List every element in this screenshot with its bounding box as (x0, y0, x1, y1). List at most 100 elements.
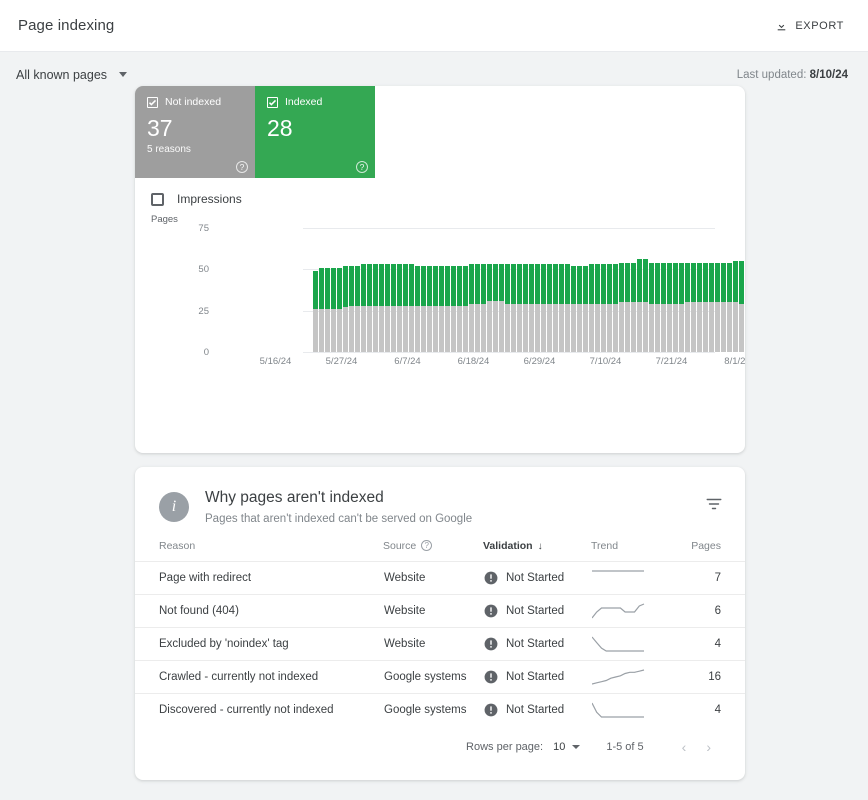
chart-bar[interactable] (457, 266, 462, 352)
chart-bar[interactable] (367, 264, 372, 352)
chart-bar[interactable] (721, 262, 726, 352)
cell-reason[interactable]: Crawled - currently not indexed (135, 660, 383, 694)
chart-bar[interactable] (565, 264, 570, 352)
table-row[interactable]: Discovered - currently not indexed Google… (135, 693, 745, 727)
chart-bar[interactable] (523, 264, 528, 352)
chart-bar[interactable] (679, 262, 684, 352)
table-row[interactable]: Not found (404) Website Not Started 6 (135, 594, 745, 628)
cell-reason[interactable]: Discovered - currently not indexed (135, 693, 383, 727)
chart-bar[interactable] (373, 264, 378, 352)
chart-bar[interactable] (403, 264, 408, 352)
chart-bar[interactable] (313, 271, 318, 352)
page-scope-dropdown[interactable]: All known pages (16, 68, 128, 82)
column-header-validation[interactable]: Validation ↓ (483, 540, 591, 562)
help-icon[interactable]: ? (356, 161, 368, 173)
chart-bar[interactable] (445, 266, 450, 352)
chart-bar[interactable] (619, 262, 624, 352)
pagination-next-button[interactable]: › (696, 739, 721, 755)
chart-bar[interactable] (577, 266, 582, 352)
chart-bar[interactable] (409, 264, 414, 352)
chart-bar[interactable] (691, 262, 696, 352)
chart-bar[interactable] (487, 264, 492, 352)
chart-bar[interactable] (427, 266, 432, 352)
chart-bar[interactable] (355, 266, 360, 352)
chart-bar[interactable] (463, 266, 468, 352)
chart-bar[interactable] (595, 264, 600, 352)
chart-bar[interactable] (625, 262, 630, 352)
chart-bar[interactable] (469, 264, 474, 352)
chart-bar[interactable] (385, 264, 390, 352)
table-row[interactable]: Excluded by 'noindex' tag Website Not Star… (135, 627, 745, 661)
chart-bar[interactable] (601, 264, 606, 352)
chart-bar[interactable] (337, 267, 342, 352)
cell-reason[interactable]: Page with redirect (135, 561, 383, 595)
help-icon[interactable]: ? (421, 540, 433, 551)
chart-bar[interactable] (517, 264, 522, 352)
chart-bar[interactable] (541, 264, 546, 352)
chart-bar[interactable] (451, 266, 456, 352)
chart-bar[interactable] (727, 262, 732, 352)
chart-bar[interactable] (643, 259, 648, 352)
chart-bar[interactable] (475, 264, 480, 352)
chart-bar[interactable] (685, 262, 690, 352)
chart-bar[interactable] (703, 262, 708, 352)
chart-bar[interactable] (649, 262, 654, 352)
chart-bar[interactable] (349, 266, 354, 352)
chart-bar[interactable] (715, 262, 720, 352)
chart-bar[interactable] (325, 267, 330, 352)
chart-bar[interactable] (493, 264, 498, 352)
rows-per-page-value[interactable]: 10 (553, 741, 565, 753)
chart-bar[interactable] (547, 264, 552, 352)
chart-bar[interactable] (343, 266, 348, 352)
chart-bar[interactable] (661, 262, 666, 352)
chart-bar[interactable] (589, 264, 594, 352)
filter-icon[interactable] (705, 495, 723, 513)
chart-bar[interactable] (421, 266, 426, 352)
column-header-reason[interactable]: Reason (135, 540, 383, 562)
chart-bar[interactable] (631, 262, 636, 352)
chart-bar[interactable] (439, 266, 444, 352)
chart-bar[interactable] (529, 264, 534, 352)
summary-tile-not-indexed[interactable]: Not indexed 37 5 reasons ? (135, 86, 255, 178)
cell-reason[interactable]: Excluded by 'noindex' tag (135, 627, 383, 661)
chart-bar[interactable] (511, 264, 516, 352)
impressions-toggle[interactable]: Impressions (135, 178, 745, 206)
chart-bar[interactable] (505, 264, 510, 352)
column-header-trend[interactable]: Trend (591, 540, 679, 562)
checkbox-checked-icon[interactable] (147, 96, 158, 108)
chart-bar[interactable] (673, 262, 678, 352)
table-row[interactable]: Page with redirect Website Not Started 7 (135, 561, 745, 595)
chart-bar[interactable] (433, 266, 438, 352)
chart-bar[interactable] (571, 266, 576, 352)
chart-bar[interactable] (331, 267, 336, 352)
pagination-prev-button[interactable]: ‹ (672, 739, 697, 755)
cell-reason[interactable]: Not found (404) (135, 594, 383, 628)
chart-bar[interactable] (535, 264, 540, 352)
chart-bar[interactable] (499, 264, 504, 352)
checkbox-unchecked-icon[interactable] (151, 192, 164, 206)
summary-tile-indexed[interactable]: Indexed 28 ? (255, 86, 375, 178)
chart-bar[interactable] (553, 264, 558, 352)
chevron-down-icon[interactable] (572, 744, 581, 749)
chart-bar[interactable] (319, 267, 324, 352)
export-button[interactable]: EXPORT (771, 13, 848, 39)
column-header-pages[interactable]: Pages (679, 540, 745, 562)
chart-bar[interactable] (709, 262, 714, 352)
help-icon[interactable]: ? (236, 161, 248, 173)
chart-bar[interactable] (415, 266, 420, 352)
chart-bar[interactable] (481, 264, 486, 352)
chart-bar[interactable] (655, 262, 660, 352)
chart-bar[interactable] (697, 262, 702, 352)
chart-bar[interactable] (391, 264, 396, 352)
chart-bar[interactable] (733, 261, 738, 352)
chart-bar[interactable] (613, 264, 618, 352)
chart-bar[interactable] (667, 262, 672, 352)
chart-bar[interactable] (379, 264, 384, 352)
chart-bar[interactable] (637, 259, 642, 352)
chart-bar[interactable] (739, 261, 744, 352)
chart-bar[interactable] (559, 264, 564, 352)
chart-bar[interactable] (607, 264, 612, 352)
checkbox-checked-icon[interactable] (267, 96, 278, 108)
chart-bar[interactable] (361, 264, 366, 352)
chart-bar[interactable] (397, 264, 402, 352)
